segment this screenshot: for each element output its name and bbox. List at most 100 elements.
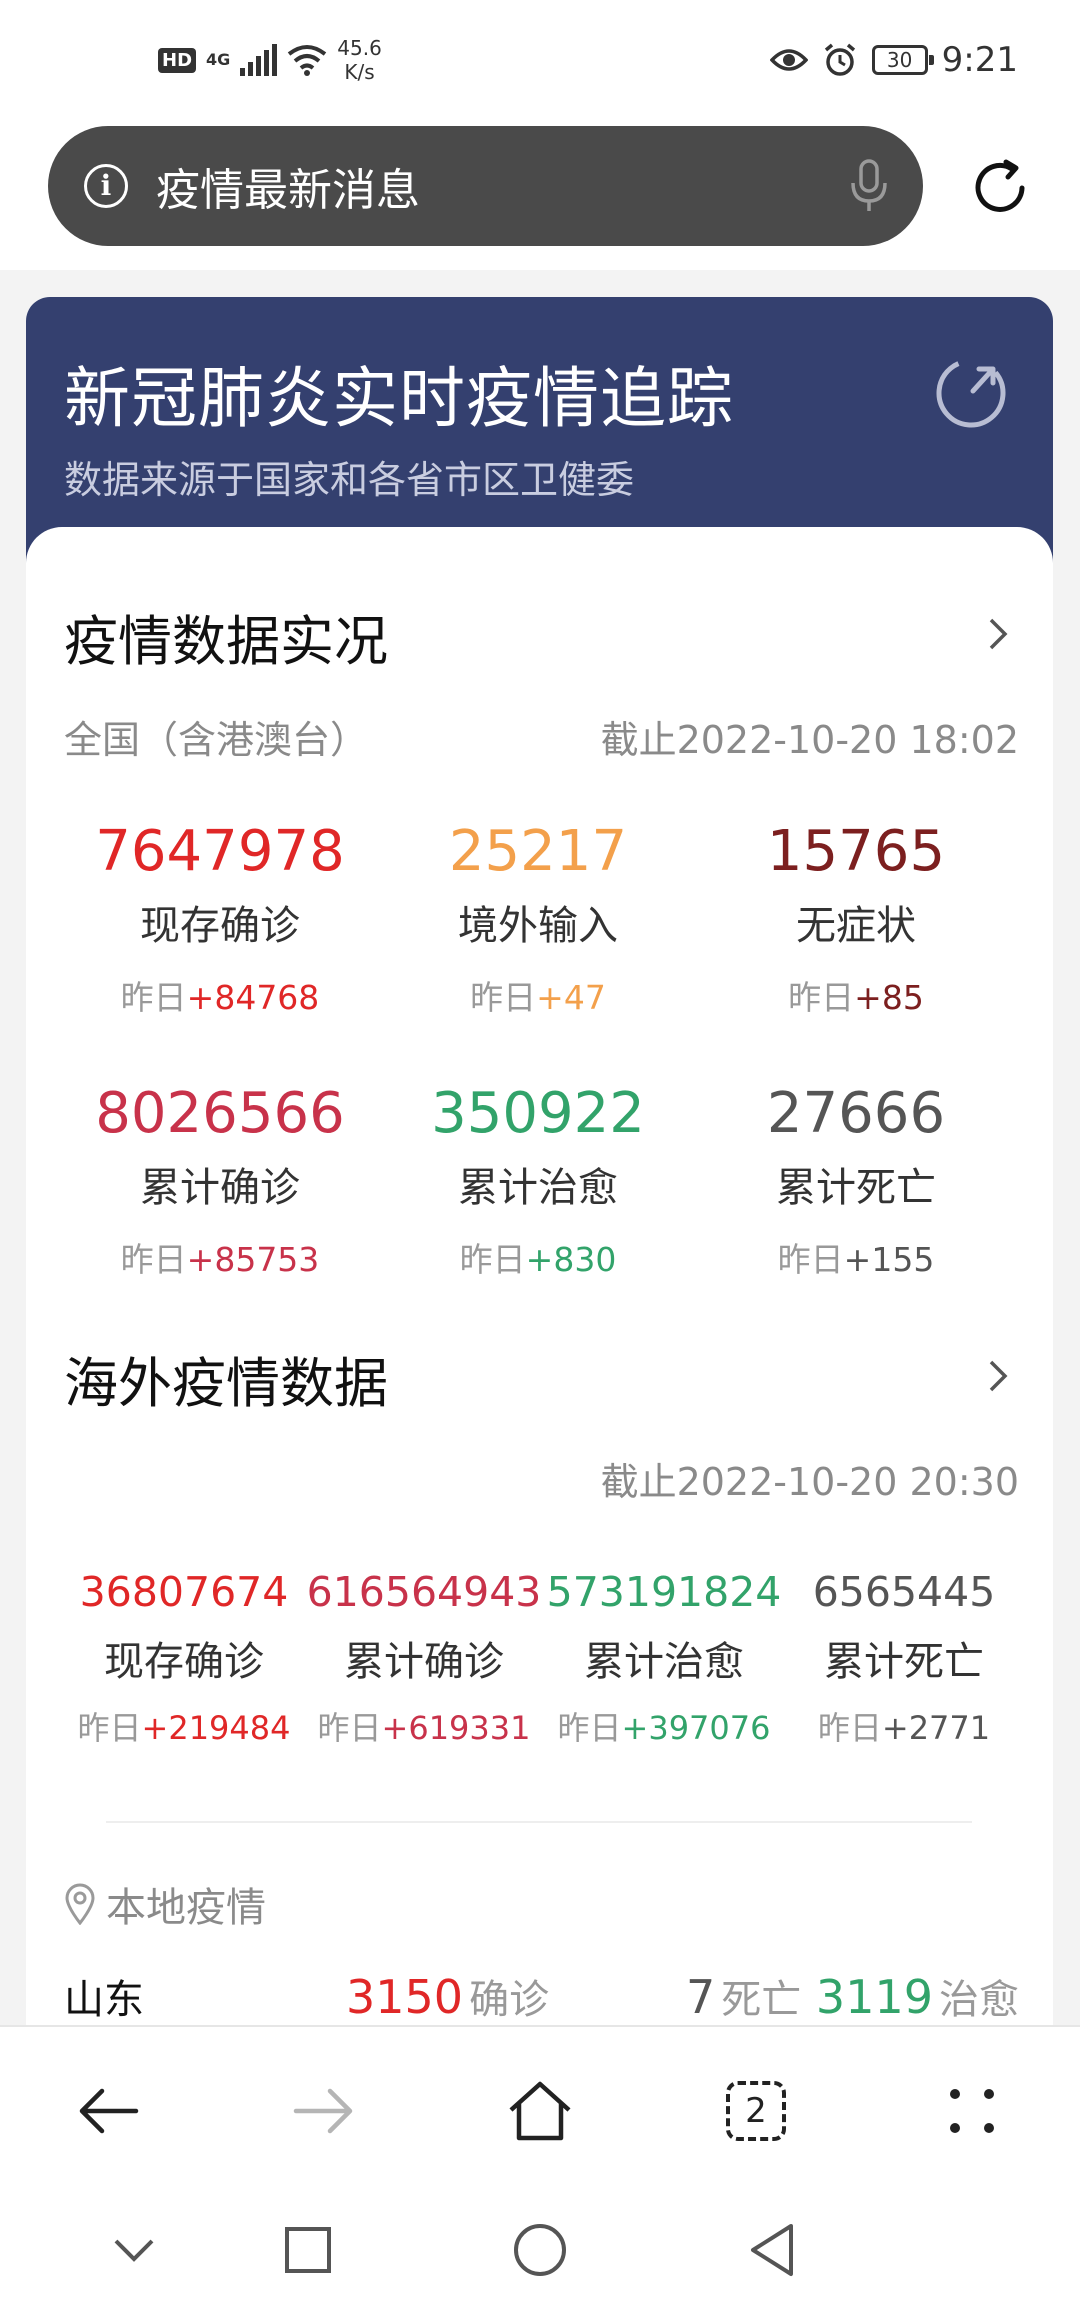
stat-label: 累计死亡 (776, 1165, 936, 1211)
chevron-down-icon (114, 2239, 154, 2262)
stat-delta: 昨日+397076 (557, 1709, 771, 1747)
stat-label: 无症状 (796, 903, 916, 949)
stat-value: 350922 (431, 1081, 645, 1146)
data-card: 疫情数据实况 全国（含港澳台） 截止2022-10-20 18:02 76479… (26, 527, 1053, 2025)
stat-delta: 昨日+85753 (120, 1240, 320, 1279)
alarm-icon (824, 43, 855, 76)
stat-delta: 昨日+219484 (77, 1709, 291, 1747)
tracker-title: 新冠肺炎实时疫情追踪 (64, 360, 734, 437)
overseas-total-recovered: 573191824 累计治愈 昨日+397076 (544, 1567, 784, 1749)
stat-delta: 昨日+2771 (817, 1709, 991, 1747)
stat-delta: 昨日+830 (459, 1240, 617, 1279)
home-icon (509, 2081, 571, 2141)
back-button[interactable] (68, 2071, 148, 2151)
stat-asymptomatic: 15765 无症状 昨日+85 (696, 819, 1016, 1019)
menu-button[interactable] (932, 2071, 1012, 2151)
stat-imported: 25217 境外输入 昨日+47 (378, 819, 698, 1019)
stat-delta: 昨日+619331 (317, 1709, 531, 1747)
stat-total-deaths: 27666 累计死亡 昨日+155 (696, 1081, 1016, 1281)
stat-value: 27666 (766, 1081, 946, 1146)
wifi-icon (288, 45, 327, 76)
forward-arrow-icon (293, 2088, 353, 2134)
overseas-section-title[interactable]: 海外疫情数据 (64, 1339, 388, 1418)
stat-label: 累计死亡 (824, 1639, 984, 1685)
speed-value: 45.6 (337, 36, 382, 60)
home-button[interactable] (500, 2071, 580, 2151)
nav-recents-button[interactable] (268, 2210, 348, 2290)
location-pin-icon (65, 1883, 95, 1925)
stat-value: 616564943 (306, 1568, 542, 1616)
stat-total-recovered: 350922 累计治愈 昨日+830 (378, 1081, 698, 1281)
clock: 9:21 (941, 40, 1018, 80)
stat-total-confirmed: 8026566 累计确诊 昨日+85753 (60, 1081, 380, 1281)
stat-delta: 昨日+47 (470, 978, 606, 1017)
battery-indicator: 30 (871, 45, 934, 75)
search-bar[interactable]: i 疫情最新消息 (48, 126, 923, 246)
tabs-icon: 2 (726, 2081, 786, 2141)
speed-unit: K/s (344, 60, 375, 84)
domestic-updated: 截止2022-10-20 18:02 (600, 718, 1019, 762)
chevron-right-icon[interactable] (981, 1346, 1015, 1406)
stat-delta: 昨日+155 (777, 1240, 935, 1279)
system-nav-bar (0, 2190, 1080, 2310)
refresh-icon[interactable] (968, 156, 1032, 220)
eye-icon (769, 49, 808, 71)
stat-label: 现存确诊 (104, 1639, 264, 1685)
stat-delta: 昨日+84768 (120, 978, 320, 1017)
menu-icon (950, 2089, 994, 2133)
tabs-button[interactable]: 2 (716, 2071, 796, 2151)
search-row: i 疫情最新消息 (0, 120, 1080, 270)
overseas-updated: 截止2022-10-20 20:30 (600, 1460, 1019, 1504)
stat-delta: 昨日+85 (788, 978, 924, 1017)
forward-button[interactable] (284, 2071, 364, 2151)
local-epidemic-label[interactable]: 本地疫情 (64, 1875, 266, 1933)
nav-collapse-button[interactable] (94, 2210, 174, 2290)
refresh-data-icon[interactable] (933, 355, 1009, 431)
local-row[interactable]: 山东 3150 确诊 7 死亡 3119 治愈 (64, 1967, 1019, 2025)
info-icon[interactable]: i (84, 164, 128, 208)
overseas-total-deaths: 6565445 累计死亡 昨日+2771 (784, 1567, 1024, 1749)
status-bar-left: HD 4G 45.6 K/s (158, 36, 382, 84)
domestic-region: 全国（含港澳台） (64, 718, 369, 762)
local-label-text: 本地疫情 (106, 1885, 266, 1931)
back-arrow-icon (79, 2088, 139, 2134)
stat-label: 累计确诊 (344, 1639, 504, 1685)
circle-icon (514, 2224, 566, 2276)
mic-icon[interactable] (849, 159, 889, 213)
stat-value: 6565445 (812, 1568, 996, 1616)
status-bar: HD 4G 45.6 K/s 30 9:21 (0, 0, 1080, 120)
network-type: 4G (206, 50, 231, 69)
stat-value: 36807674 (79, 1568, 289, 1616)
nav-back-button[interactable] (732, 2210, 812, 2290)
network-speed: 45.6 K/s (337, 36, 382, 84)
tracker-subtitle: 数据来源于国家和各省市区卫健委 (64, 458, 635, 502)
overseas-total-confirmed: 616564943 累计确诊 昨日+619331 (304, 1567, 544, 1749)
browser-toolbar: 2 (0, 2025, 1080, 2190)
status-bar-right: 30 9:21 (769, 40, 1018, 80)
nav-home-button[interactable] (500, 2210, 580, 2290)
signal-icon (240, 44, 278, 76)
stat-current-confirmed: 7647978 现存确诊 昨日+84768 (60, 819, 380, 1019)
local-recovered: 3119 治愈 (815, 1970, 1019, 2024)
stat-value: 7647978 (95, 819, 345, 884)
stat-label: 累计确诊 (140, 1165, 300, 1211)
domestic-section-title[interactable]: 疫情数据实况 (64, 597, 388, 676)
stat-label: 现存确诊 (140, 903, 300, 949)
stat-label: 累计治愈 (584, 1639, 744, 1685)
square-icon (285, 2227, 331, 2273)
hd-badge: HD (158, 47, 197, 73)
stat-value: 25217 (448, 819, 628, 884)
local-confirmed: 3150 确诊 (346, 1970, 550, 2024)
tab-count: 2 (745, 2091, 767, 2131)
triangle-back-icon (751, 2224, 793, 2276)
stat-value: 8026566 (95, 1081, 345, 1146)
stat-value: 573191824 (546, 1568, 782, 1616)
divider (106, 1821, 972, 1823)
stat-value: 15765 (766, 819, 946, 884)
search-query[interactable]: 疫情最新消息 (156, 154, 849, 218)
overseas-current-confirmed: 36807674 现存确诊 昨日+219484 (64, 1567, 304, 1749)
stat-label: 累计治愈 (458, 1165, 618, 1211)
local-province: 山东 (64, 1977, 144, 2023)
chevron-right-icon[interactable] (981, 604, 1015, 664)
local-deaths: 7 死亡 (686, 1970, 802, 2024)
